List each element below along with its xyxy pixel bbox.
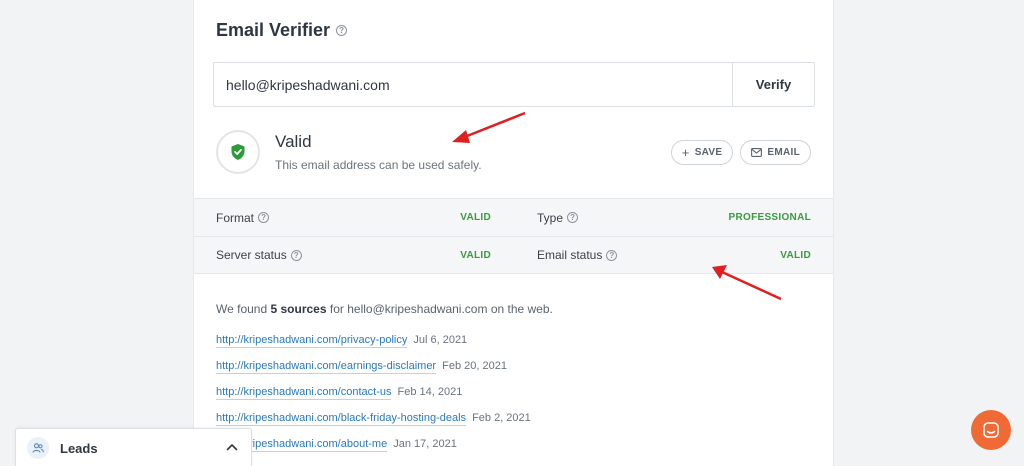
email-status-label: Email status? <box>537 248 618 262</box>
envelope-icon <box>751 148 763 157</box>
source-date: Feb 20, 2021 <box>442 360 507 372</box>
help-icon[interactable]: ? <box>290 249 302 261</box>
help-icon[interactable]: ? <box>258 212 270 223</box>
format-label: Format? <box>216 211 270 225</box>
checks-row: Server status? VALID Email status? VALID <box>194 236 833 274</box>
list-item: http://kripeshadwani.com/black-friday-ho… <box>216 412 553 438</box>
result-actions: + SAVE EMAIL <box>670 140 811 165</box>
type-value: PROFESSIONAL <box>728 212 811 223</box>
checks-table: Format? VALID Type? PROFESSIONAL Server … <box>194 198 833 274</box>
help-icon[interactable]: ? <box>567 212 579 223</box>
users-icon <box>27 437 49 459</box>
sources-section: We found 5 sources for hello@kripeshadwa… <box>216 302 553 464</box>
source-link[interactable]: http://kripeshadwani.com/contact-us <box>216 386 392 400</box>
result-status: Valid <box>275 132 312 151</box>
list-item: http://kripeshadwani.com/earnings-discla… <box>216 360 553 386</box>
type-label: Type? <box>537 211 579 225</box>
leads-label: Leads <box>60 440 98 456</box>
title-row: Email Verifier ? <box>216 20 348 41</box>
chevron-up-icon[interactable] <box>225 440 239 454</box>
list-item: http://kripeshadwani.com/contact-us Feb … <box>216 386 553 412</box>
source-date: Feb 2, 2021 <box>472 412 531 424</box>
email-input[interactable] <box>214 63 732 106</box>
page-title: Email Verifier <box>216 20 331 40</box>
save-button[interactable]: + SAVE <box>670 140 734 165</box>
format-value: VALID <box>460 212 491 223</box>
email-label: EMAIL <box>767 147 800 158</box>
source-link[interactable]: http://kripeshadwani.com/earnings-discla… <box>216 360 437 374</box>
source-date: Jan 17, 2021 <box>393 438 457 450</box>
sources-list: http://kripeshadwani.com/privacy-policy … <box>216 334 553 464</box>
server-status-label: Server status? <box>216 248 302 262</box>
shield-check-icon <box>216 130 260 174</box>
leads-bar[interactable]: Leads <box>15 428 252 466</box>
chat-icon <box>983 422 999 438</box>
verification-result: Valid This email address can be used saf… <box>216 130 482 174</box>
list-item: http://kripeshadwani.com/privacy-policy … <box>216 334 553 360</box>
source-link[interactable]: http://kripeshadwani.com/black-friday-ho… <box>216 412 467 426</box>
source-date: Feb 14, 2021 <box>397 386 463 398</box>
sources-summary: We found 5 sources for hello@kripeshadwa… <box>216 302 553 316</box>
chat-button[interactable] <box>971 410 1011 450</box>
email-search-box: Verify <box>213 62 815 107</box>
verify-button[interactable]: Verify <box>732 63 814 106</box>
email-verifier-panel: Email Verifier ? Verify Valid This email… <box>193 0 834 466</box>
result-description: This email address can be used safely. <box>275 158 482 172</box>
help-icon[interactable]: ? <box>606 249 618 261</box>
list-item: http://kripeshadwani.com/about-me Jan 17… <box>216 438 553 464</box>
checks-row: Format? VALID Type? PROFESSIONAL <box>194 198 833 236</box>
help-icon[interactable]: ? <box>336 25 348 36</box>
save-label: SAVE <box>694 147 723 158</box>
sources-count: 5 sources <box>270 302 327 316</box>
source-link[interactable]: http://kripeshadwani.com/privacy-policy <box>216 334 408 348</box>
source-date: Jul 6, 2021 <box>413 334 468 346</box>
plus-icon: + <box>681 145 690 160</box>
email-button[interactable]: EMAIL <box>740 140 811 165</box>
email-status-value: VALID <box>780 249 811 261</box>
server-status-value: VALID <box>460 249 491 261</box>
